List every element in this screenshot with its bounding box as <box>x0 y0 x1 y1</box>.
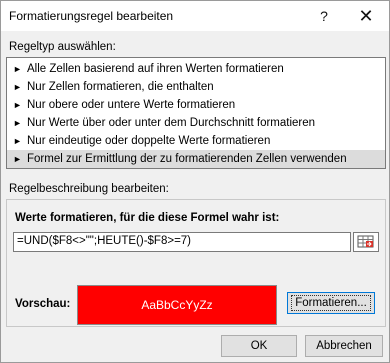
format-button-label: Formatieren... <box>291 295 371 311</box>
dialog-title: Formatierungsregel bearbeiten <box>9 9 174 23</box>
rule-type-label: Nur obere oder untere Werte formatieren <box>27 99 236 111</box>
arrow-bullet-icon: ► <box>13 64 22 74</box>
cancel-button[interactable]: Abbrechen <box>305 335 383 357</box>
format-rule-dialog: Formatierungsregel bearbeiten ? ✕ Regelt… <box>0 0 390 363</box>
arrow-bullet-icon: ► <box>13 154 22 164</box>
title-bar: Formatierungsregel bearbeiten ? ✕ <box>1 1 389 31</box>
format-button[interactable]: Formatieren... <box>287 292 375 314</box>
arrow-bullet-icon: ► <box>13 136 22 146</box>
rule-type-item[interactable]: ► Nur Zellen formatieren, die enthalten <box>7 78 385 96</box>
rule-description-panel: Werte formatieren, für die diese Formel … <box>6 199 386 327</box>
close-button[interactable]: ✕ <box>353 4 379 28</box>
rule-type-list[interactable]: ► Alle Zellen basierend auf ihren Werten… <box>6 57 386 169</box>
rule-type-label: Alle Zellen basierend auf ihren Werten f… <box>27 63 284 75</box>
preview-label: Vorschau: <box>15 298 71 310</box>
rule-type-label: Nur Zellen formatieren, die enthalten <box>27 81 214 93</box>
rule-type-item[interactable]: ► Nur eindeutige oder doppelte Werte for… <box>7 132 385 150</box>
formula-input[interactable]: =UND($F8<>"";HEUTE()-$F8>=7) <box>13 232 351 252</box>
rule-type-item[interactable]: ► Nur Werte über oder unter dem Durchsch… <box>7 114 385 132</box>
rule-type-item-selected[interactable]: ► Formel zur Ermittlung der zu formatier… <box>7 150 385 168</box>
ok-button[interactable]: OK <box>221 335 297 357</box>
rule-type-label: Formel zur Ermittlung der zu formatieren… <box>27 153 347 165</box>
preview-swatch: AaBbCcYyZz <box>77 285 277 325</box>
arrow-bullet-icon: ► <box>13 82 22 92</box>
range-select-button[interactable] <box>353 232 379 252</box>
rule-type-item[interactable]: ► Nur obere oder untere Werte formatiere… <box>7 96 385 114</box>
range-select-icon <box>357 235 374 248</box>
description-heading: Regelbeschreibung bearbeiten: <box>9 183 169 195</box>
rule-type-label: Nur eindeutige oder doppelte Werte forma… <box>27 135 271 147</box>
rule-type-heading: Regeltyp auswählen: <box>9 41 116 53</box>
arrow-bullet-icon: ► <box>13 118 22 128</box>
help-button[interactable]: ? <box>311 4 337 28</box>
formula-title: Werte formatieren, für die diese Formel … <box>15 212 280 224</box>
rule-type-item[interactable]: ► Alle Zellen basierend auf ihren Werten… <box>7 60 385 78</box>
arrow-bullet-icon: ► <box>13 100 22 110</box>
rule-type-label: Nur Werte über oder unter dem Durchschni… <box>27 117 316 129</box>
